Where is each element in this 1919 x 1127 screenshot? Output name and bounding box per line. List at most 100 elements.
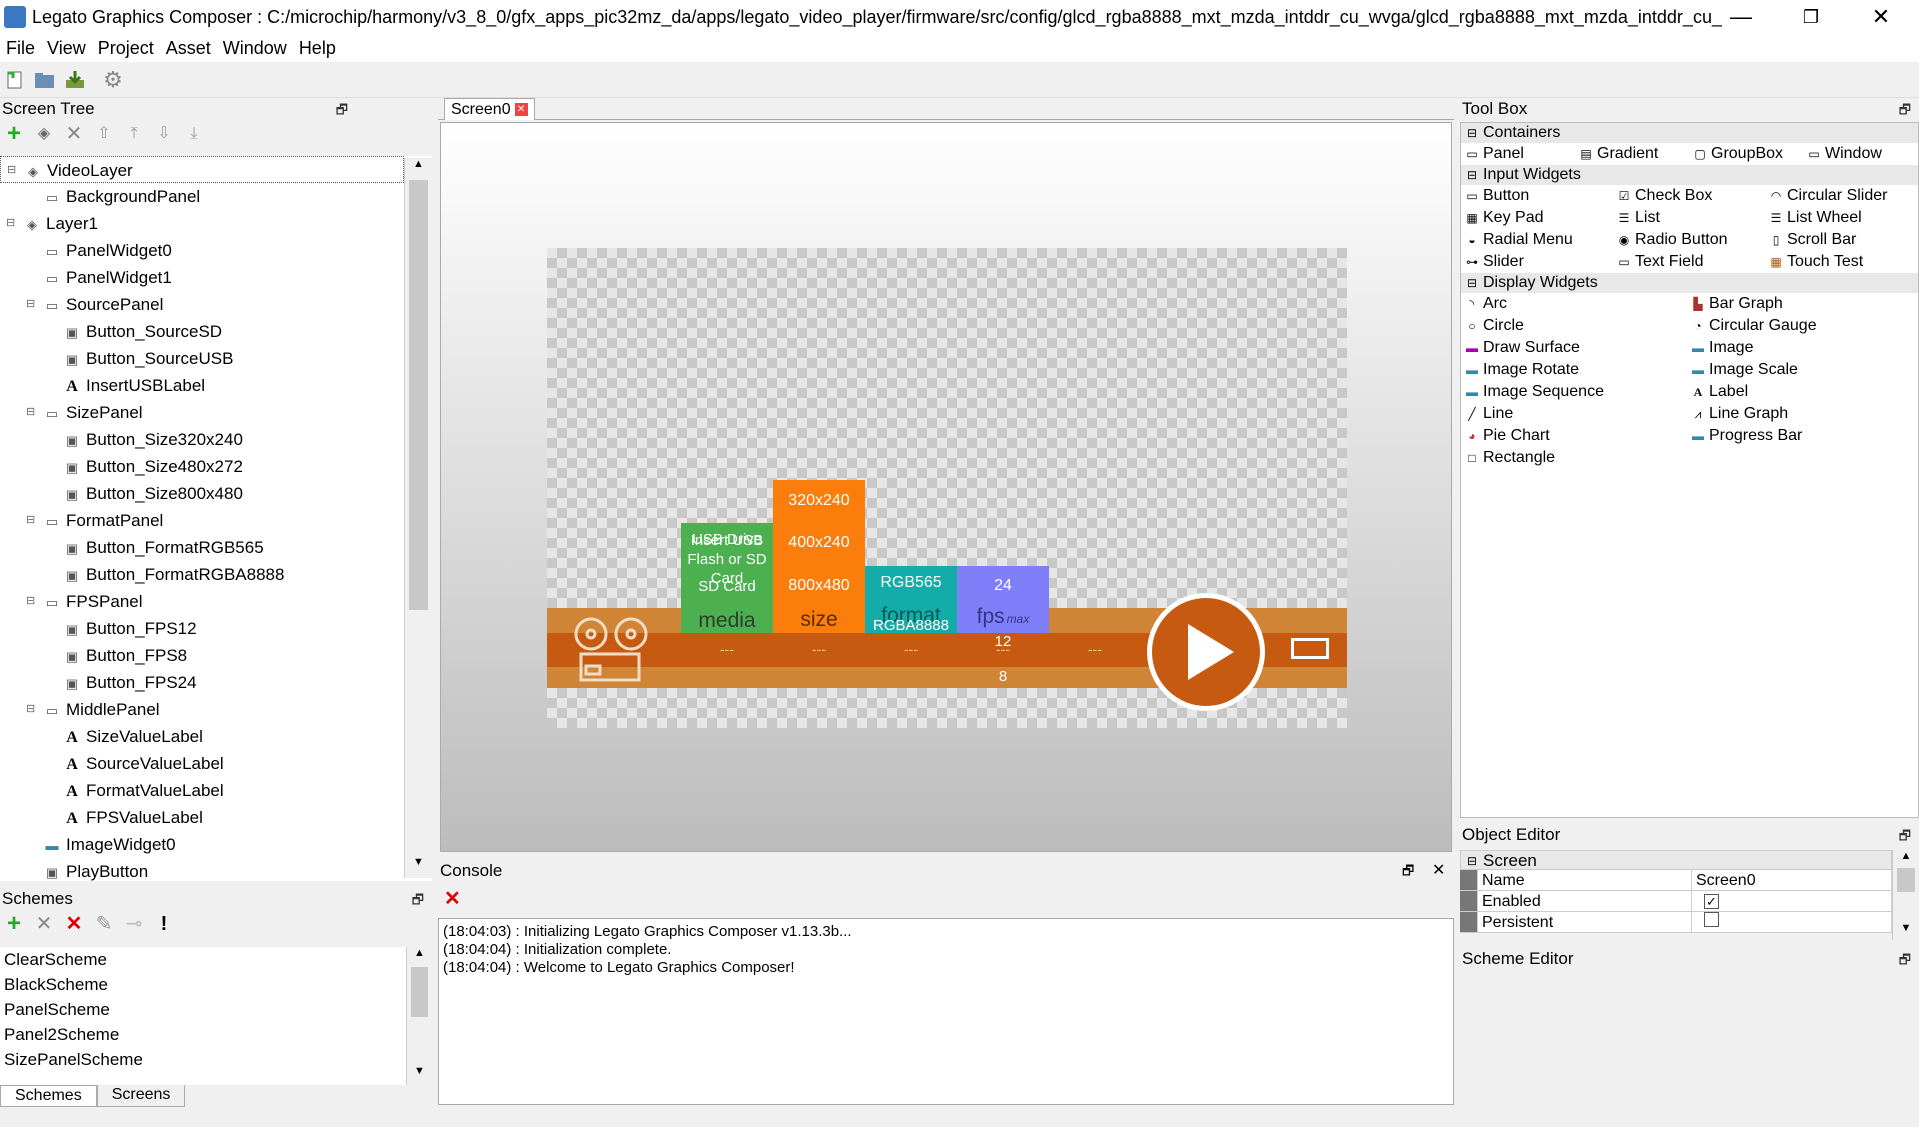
tool-radio-button[interactable]: ◉ Radio Button	[1617, 229, 1769, 251]
tool-checkbox[interactable]: ☑ Check Box	[1617, 185, 1769, 207]
play-button[interactable]	[1147, 593, 1265, 711]
collapse-toggle-icon[interactable]: ⊟	[26, 696, 35, 723]
tree-item[interactable]: ▣ PlayButton	[0, 858, 404, 881]
input-widgets-section[interactable]: ⊟ Input Widgets	[1461, 165, 1918, 185]
move-bottom-icon[interactable]: ⤓	[184, 124, 204, 144]
containers-section[interactable]: ⊟ Containers	[1461, 123, 1918, 143]
tree-item[interactable]: A FormatValueLabel	[0, 777, 404, 804]
tool-line[interactable]: ╱ Line	[1465, 403, 1691, 425]
tool-gradient[interactable]: ▤ Gradient	[1579, 143, 1693, 165]
scroll-thumb[interactable]	[411, 967, 428, 1017]
tool-bar-graph[interactable]: ▙ Bar Graph	[1691, 293, 1919, 315]
source-panel[interactable]: USB Drive Insert USB Flash or SD Card SD…	[681, 523, 773, 633]
screen-canvas[interactable]: USB Drive Insert USB Flash or SD Card SD…	[547, 248, 1347, 728]
tool-window[interactable]: ▭ Window	[1807, 143, 1919, 165]
fps-panel[interactable]: 24 fps max	[957, 566, 1049, 633]
tree-item[interactable]: ▣ Button_FPS12	[0, 615, 404, 642]
tree-item[interactable]: A InsertUSBLabel	[0, 372, 404, 399]
tree-item[interactable]: A FPSValueLabel	[0, 804, 404, 831]
tree-item[interactable]: ⊟ ◈ Layer1	[0, 210, 404, 237]
tool-circular-gauge[interactable]: ◔ Circular Gauge	[1691, 315, 1919, 337]
tool-draw-surface[interactable]: ▬ Draw Surface	[1465, 337, 1691, 359]
tool-label[interactable]: A Label	[1691, 381, 1919, 403]
tool-slider[interactable]: ⊶ Slider	[1465, 251, 1617, 273]
tool-list[interactable]: ☰ List	[1617, 207, 1769, 229]
tool-image-sequence[interactable]: ▬ Image Sequence	[1465, 381, 1691, 403]
tree-item[interactable]: ▣ Button_Size320x240	[0, 426, 404, 453]
collapse-toggle-icon[interactable]: ⊟	[7, 157, 16, 184]
tool-line-graph[interactable]: ⩘ Line Graph	[1691, 403, 1919, 425]
tree-item[interactable]: ▣ Button_SourceUSB	[0, 345, 404, 372]
tree-item[interactable]: ▣ Button_FPS8	[0, 642, 404, 669]
tree-item[interactable]: ▬ ImageWidget0	[0, 831, 404, 858]
delete-icon[interactable]: ✕	[64, 124, 84, 144]
menu-view[interactable]: View	[41, 38, 92, 59]
tool-groupbox[interactable]: ▢ GroupBox	[1693, 143, 1807, 165]
collapse-toggle-icon[interactable]: ⊟	[26, 399, 35, 426]
move-down-icon[interactable]: ⇩	[154, 124, 174, 144]
scroll-down-arrow[interactable]: ▼	[1893, 922, 1919, 940]
settings-gear-icon[interactable]: ⚙	[102, 67, 124, 92]
tool-circle[interactable]: ○ Circle	[1465, 315, 1691, 337]
add-icon[interactable]: +	[4, 122, 24, 146]
menu-help[interactable]: Help	[293, 38, 342, 59]
tree-item[interactable]: ▣ Button_SourceSD	[0, 318, 404, 345]
edit-icon[interactable]: ✎	[94, 914, 114, 934]
scroll-up-arrow[interactable]: ▲	[405, 158, 432, 180]
tree-item[interactable]: ▣ Button_FormatRGB565	[0, 534, 404, 561]
close-button[interactable]: ✕	[1846, 0, 1916, 34]
collapse-toggle-icon[interactable]: ⊟	[6, 210, 15, 237]
open-folder-icon[interactable]	[34, 69, 56, 91]
tool-progress-bar[interactable]: ▬ Progress Bar	[1691, 425, 1919, 447]
persistent-checkbox[interactable]	[1704, 912, 1719, 927]
tree-item[interactable]: ⊟ ▭ FPSPanel	[0, 588, 404, 615]
menu-file[interactable]: File	[0, 38, 41, 59]
tree-item[interactable]: ⊟ ▭ MiddlePanel	[0, 696, 404, 723]
tree-item[interactable]: ▣ Button_FPS24	[0, 669, 404, 696]
tree-item[interactable]: A SizeValueLabel	[0, 723, 404, 750]
link-icon[interactable]: ⊸	[124, 914, 144, 934]
scroll-thumb[interactable]	[1897, 868, 1915, 892]
property-value-enabled[interactable]: ✓	[1692, 891, 1892, 912]
tool-image-scale[interactable]: ▬ Image Scale	[1691, 359, 1919, 381]
undock-icon[interactable]: 🗗	[336, 101, 348, 123]
list-item[interactable]: Panel2Scheme	[0, 1022, 406, 1047]
tool-image-rotate[interactable]: ▬ Image Rotate	[1465, 359, 1691, 381]
tree-item[interactable]: ⊟ ▭ FormatPanel	[0, 507, 404, 534]
tree-item[interactable]: ▣ Button_Size800x480	[0, 480, 404, 507]
list-item[interactable]: BlackScheme	[0, 972, 406, 997]
tool-touch-test[interactable]: ▦ Touch Test	[1769, 251, 1919, 273]
scroll-up-arrow[interactable]: ▲	[407, 947, 432, 967]
tree-item[interactable]: ▭ PanelWidget1	[0, 264, 404, 291]
remove-all-icon[interactable]: ✕	[64, 914, 84, 934]
tree-scrollbar[interactable]: ▲ ▼	[404, 158, 432, 878]
fps-8-button[interactable]: 8	[957, 668, 1049, 685]
undock-icon[interactable]: 🗗	[412, 891, 424, 913]
enabled-checkbox[interactable]: ✓	[1704, 894, 1719, 909]
tree-item[interactable]: ▭ PanelWidget0	[0, 237, 404, 264]
size-panel[interactable]: 320x240 400x240 800x480 size	[773, 480, 865, 633]
tab-screens[interactable]: Screens	[96, 1085, 186, 1107]
minimize-button[interactable]: —	[1706, 0, 1776, 34]
move-top-icon[interactable]: ⤒	[124, 124, 144, 144]
scroll-up-arrow[interactable]: ▲	[1893, 850, 1919, 868]
scroll-down-arrow[interactable]: ▼	[407, 1065, 432, 1085]
tool-scroll-bar[interactable]: ▯ Scroll Bar	[1769, 229, 1919, 251]
close-console-icon[interactable]: ✕	[1432, 860, 1445, 880]
move-up-icon[interactable]: ⇧	[94, 124, 114, 144]
tree-item[interactable]: ▣ Button_FormatRGBA8888	[0, 561, 404, 588]
menu-asset[interactable]: Asset	[160, 38, 217, 59]
tree-item[interactable]: ▭ BackgroundPanel	[0, 183, 404, 210]
list-item[interactable]: ClearScheme	[0, 947, 406, 972]
tool-text-field[interactable]: ▭ Text Field	[1617, 251, 1769, 273]
undock-icon[interactable]: 🗗	[1402, 862, 1414, 884]
size-800x480-button[interactable]: 800x480	[773, 577, 865, 595]
fps-24-button[interactable]: 24	[957, 577, 1049, 595]
object-editor-scrollbar[interactable]: ▲ ▼	[1892, 850, 1919, 940]
clear-console-icon[interactable]: ✕	[444, 886, 461, 911]
schemes-scrollbar[interactable]: ▲ ▼	[406, 947, 432, 1085]
format-rgba8888-button[interactable]: RGBA8888	[865, 617, 957, 634]
tool-rectangle[interactable]: □ Rectangle	[1465, 447, 1691, 469]
tab-schemes[interactable]: Schemes	[0, 1085, 97, 1107]
collapse-toggle-icon[interactable]: ⊟	[26, 588, 35, 615]
